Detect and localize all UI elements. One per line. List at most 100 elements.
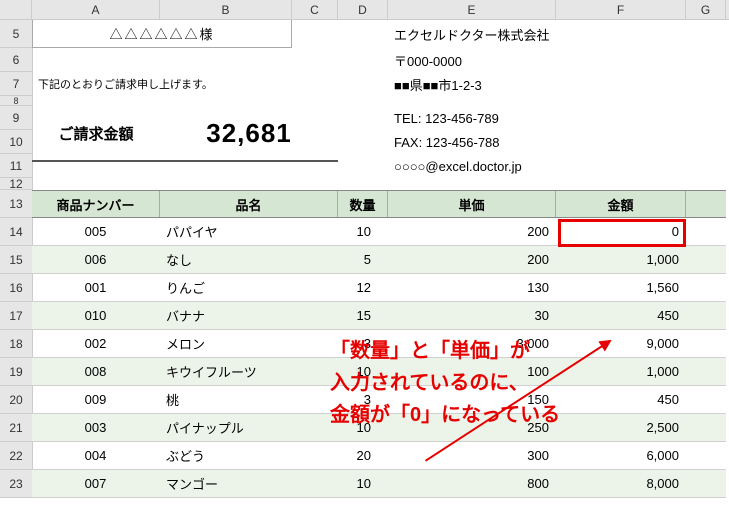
th-amount[interactable]: 金額 [556, 191, 686, 217]
invoice-block[interactable]: ご請求金額 32,681 [32, 106, 388, 130]
cell-item-no[interactable]: 008 [32, 358, 160, 385]
company-tel-cell[interactable]: TEL: 123-456-789 [388, 106, 726, 130]
col-header-f[interactable]: F [556, 0, 686, 19]
cell-item-price[interactable]: 250 [388, 414, 556, 441]
cell-item-qty[interactable]: 3 [338, 386, 388, 413]
cell-item-name[interactable]: キウイフルーツ [160, 358, 338, 385]
cell-item-name[interactable]: 桃 [160, 386, 338, 413]
invoice-amount: 32,681 [160, 106, 338, 160]
row-header-20[interactable]: 20 [0, 386, 32, 414]
th-qty[interactable]: 数量 [338, 191, 388, 217]
cell-item-amount[interactable]: 450 [556, 302, 686, 329]
cell-item-no[interactable]: 001 [32, 274, 160, 301]
table-row: 005パパイヤ102000 [32, 218, 726, 246]
cell-item-price[interactable]: 300 [388, 442, 556, 469]
cell-item-name[interactable]: マンゴー [160, 470, 338, 497]
row-header-22[interactable]: 22 [0, 442, 32, 470]
cell-item-no[interactable]: 006 [32, 246, 160, 273]
row-header-21[interactable]: 21 [0, 414, 32, 442]
row-header-6[interactable]: 6 [0, 48, 32, 72]
cell-item-no[interactable]: 009 [32, 386, 160, 413]
cell-item-no[interactable]: 007 [32, 470, 160, 497]
table-row: 009桃3150450 [32, 386, 726, 414]
th-number[interactable]: 商品ナンバー [32, 191, 160, 217]
cell-item-name[interactable]: りんご [160, 274, 338, 301]
company-address-cell[interactable]: ■■県■■市1-2-3 [388, 72, 726, 96]
cell-item-price[interactable]: 800 [388, 470, 556, 497]
cell-item-amount[interactable]: 0 [556, 218, 686, 245]
row-header-5[interactable]: 5 [0, 20, 32, 48]
worksheet[interactable]: △△△△△△様 エクセルドクター株式会社 〒000-0000 下記のとおりご請求… [32, 20, 726, 498]
cell-item-price[interactable]: 200 [388, 218, 556, 245]
cell-item-amount[interactable]: 8,000 [556, 470, 686, 497]
row-header-12[interactable]: 12 [0, 178, 32, 190]
cell-item-price[interactable]: 150 [388, 386, 556, 413]
row-header-23[interactable]: 23 [0, 470, 32, 498]
cell-item-no[interactable]: 004 [32, 442, 160, 469]
notice-cell[interactable]: 下記のとおりご請求申し上げます。 [32, 72, 388, 96]
col-header-c[interactable]: C [292, 0, 338, 19]
row-header-16[interactable]: 16 [0, 274, 32, 302]
cell-item-name[interactable]: バナナ [160, 302, 338, 329]
table-row: 006なし52001,000 [32, 246, 726, 274]
cell-item-amount[interactable]: 1,000 [556, 358, 686, 385]
column-headers: A B C D E F G [0, 0, 729, 20]
col-header-e[interactable]: E [388, 0, 556, 19]
cell-item-no[interactable]: 003 [32, 414, 160, 441]
row-header-15[interactable]: 15 [0, 246, 32, 274]
invoice-label: ご請求金額 [32, 106, 160, 160]
cell-item-name[interactable]: パイナップル [160, 414, 338, 441]
cell-item-amount[interactable]: 2,500 [556, 414, 686, 441]
cell-item-price[interactable]: 130 [388, 274, 556, 301]
row-header-9[interactable]: 9 [0, 106, 32, 130]
cell-item-qty[interactable]: 10 [338, 470, 388, 497]
row-header-17[interactable]: 17 [0, 302, 32, 330]
cell-item-qty[interactable]: 10 [338, 414, 388, 441]
company-name-cell[interactable]: エクセルドクター株式会社 [388, 20, 726, 48]
company-email-cell[interactable]: ○○○○@excel.doctor.jp [388, 154, 726, 178]
cell-item-name[interactable]: ぶどう [160, 442, 338, 469]
cell-item-no[interactable]: 002 [32, 330, 160, 357]
cell-item-price[interactable]: 3,000 [388, 330, 556, 357]
cell-item-name[interactable]: なし [160, 246, 338, 273]
cell-item-no[interactable]: 005 [32, 218, 160, 245]
cell-item-no[interactable]: 010 [32, 302, 160, 329]
customer-name-cell[interactable]: △△△△△△様 [32, 20, 292, 48]
cell-item-name[interactable]: パパイヤ [160, 218, 338, 245]
row-header-18[interactable]: 18 [0, 330, 32, 358]
col-header-g[interactable]: G [686, 0, 726, 19]
company-postal-cell[interactable]: 〒000-0000 [388, 48, 726, 72]
row-header-10[interactable]: 10 [0, 130, 32, 154]
cell-item-amount[interactable]: 450 [556, 386, 686, 413]
col-header-a[interactable]: A [32, 0, 160, 19]
cell-item-price[interactable]: 100 [388, 358, 556, 385]
cell-item-qty[interactable]: 20 [338, 442, 388, 469]
col-header-b[interactable]: B [160, 0, 292, 19]
th-name[interactable]: 品名 [160, 191, 338, 217]
cell-item-amount[interactable]: 9,000 [556, 330, 686, 357]
row-header-19[interactable]: 19 [0, 358, 32, 386]
company-fax-cell[interactable]: FAX: 123-456-788 [388, 130, 726, 154]
cell-item-qty[interactable]: 15 [338, 302, 388, 329]
cell-item-price[interactable]: 30 [388, 302, 556, 329]
row-header-7[interactable]: 7 [0, 72, 32, 96]
cell-item-amount[interactable]: 1,560 [556, 274, 686, 301]
th-price[interactable]: 単価 [388, 191, 556, 217]
row-header-8[interactable]: 8 [0, 96, 32, 106]
row-header-13[interactable]: 13 [0, 190, 32, 218]
row-header-11[interactable]: 11 [0, 154, 32, 178]
cell-item-amount[interactable]: 6,000 [556, 442, 686, 469]
cell-item-qty[interactable]: 3 [338, 330, 388, 357]
col-header-d[interactable]: D [338, 0, 388, 19]
cell-item-name[interactable]: メロン [160, 330, 338, 357]
cell-item-amount[interactable]: 1,000 [556, 246, 686, 273]
cell-d5[interactable] [338, 20, 388, 48]
cell-item-price[interactable]: 200 [388, 246, 556, 273]
cell-a6[interactable] [32, 48, 388, 72]
cell-item-qty[interactable]: 10 [338, 358, 388, 385]
table-row: 004ぶどう203006,000 [32, 442, 726, 470]
row-header-14[interactable]: 14 [0, 218, 32, 246]
cell-item-qty[interactable]: 5 [338, 246, 388, 273]
cell-item-qty[interactable]: 12 [338, 274, 388, 301]
cell-item-qty[interactable]: 10 [338, 218, 388, 245]
